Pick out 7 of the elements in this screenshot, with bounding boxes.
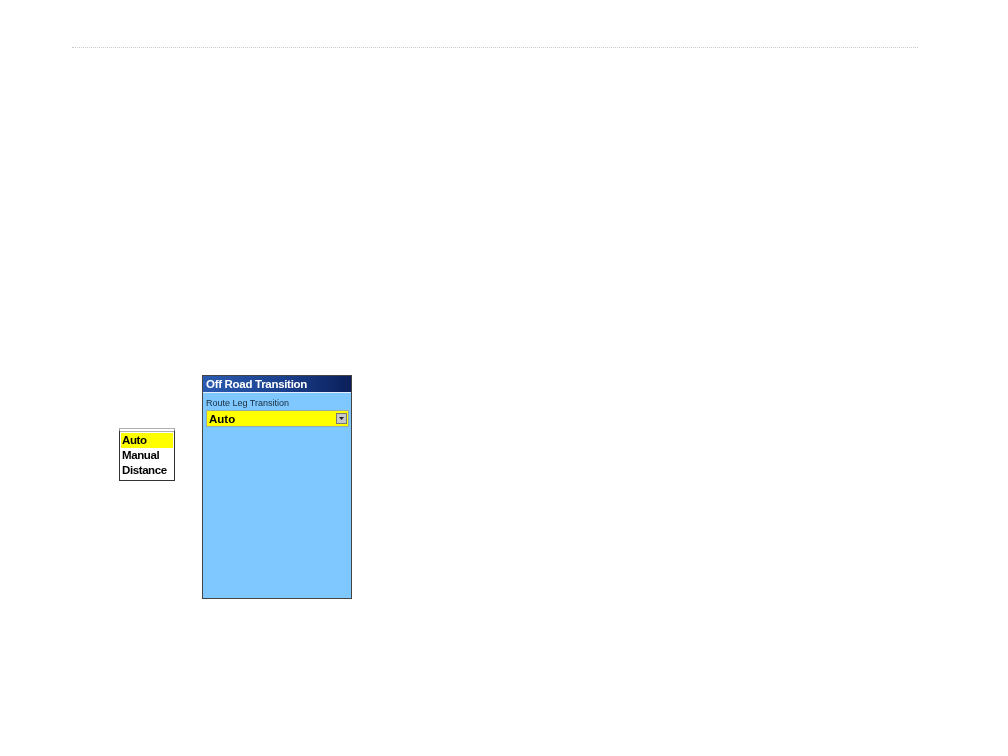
- option-item[interactable]: Auto: [121, 433, 173, 448]
- option-item[interactable]: Distance: [121, 463, 173, 478]
- field-label: Route Leg Transition: [206, 398, 291, 409]
- caret-icon: [336, 413, 347, 424]
- option-item[interactable]: Manual: [121, 448, 173, 463]
- dropdown-field[interactable]: Auto: [206, 410, 349, 427]
- screen-title: Off Road Transition: [206, 378, 307, 390]
